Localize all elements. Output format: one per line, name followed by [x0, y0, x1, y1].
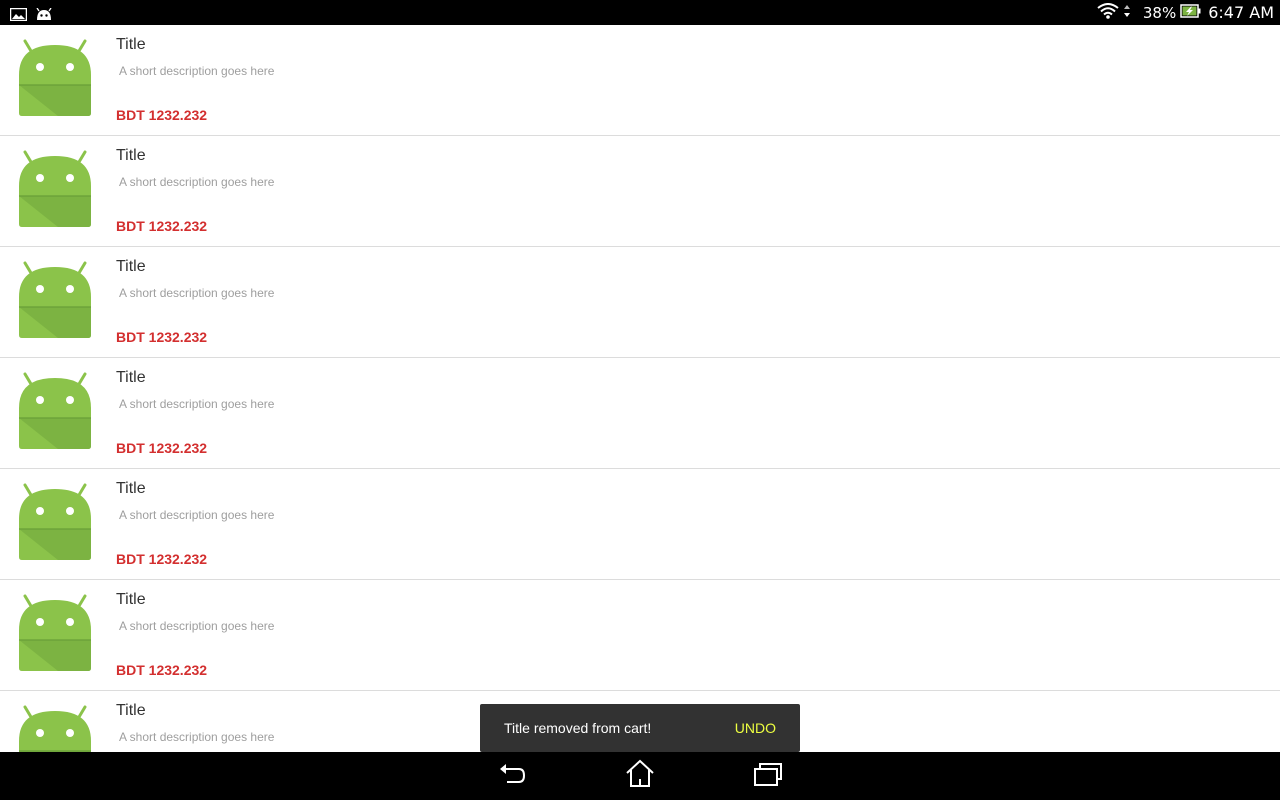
list-item[interactable]: Title A short description goes here BDT 12… — [0, 580, 1280, 691]
cart-list[interactable]: Title A short description goes here BDT 12… — [0, 25, 1280, 752]
home-button[interactable] — [622, 759, 658, 793]
snackbar-message: Title removed from cart! — [504, 720, 652, 736]
item-description: A short description goes here — [119, 730, 275, 744]
list-item[interactable]: Title A short description goes here BDT 12… — [0, 358, 1280, 469]
list-item[interactable]: Title A short description goes here BDT 12… — [0, 25, 1280, 136]
wifi-icon — [1097, 2, 1119, 23]
back-button[interactable] — [494, 760, 530, 792]
android-icon — [18, 483, 92, 563]
item-description: A short description goes here — [119, 286, 275, 300]
navigation-bar — [0, 752, 1280, 800]
item-price: BDT 1232.232 — [116, 551, 208, 567]
recents-button[interactable] — [750, 760, 786, 792]
list-item[interactable]: Title A short description goes here BDT 12… — [0, 469, 1280, 580]
item-title: Title — [116, 591, 146, 608]
battery-charging-icon — [1180, 3, 1202, 23]
item-price: BDT 1232.232 — [116, 107, 208, 123]
android-notification-icon — [35, 6, 53, 20]
item-price: BDT 1232.232 — [116, 440, 208, 456]
item-title: Title — [116, 369, 146, 386]
item-description: A short description goes here — [119, 619, 275, 633]
snackbar: Title removed from cart! UNDO — [480, 704, 800, 752]
item-price: BDT 1232.232 — [116, 662, 208, 678]
android-icon — [18, 261, 92, 341]
item-title: Title — [116, 147, 146, 164]
undo-button[interactable]: UNDO — [735, 720, 776, 736]
status-right-indicators: 38% 6:47 AM — [1097, 0, 1274, 25]
home-icon — [624, 759, 656, 793]
android-icon — [18, 39, 92, 119]
recents-icon — [752, 760, 784, 792]
android-icon — [18, 594, 92, 674]
list-item[interactable]: Title A short description goes here BDT 12… — [0, 247, 1280, 358]
item-title: Title — [116, 258, 146, 275]
battery-percent: 38% — [1142, 3, 1177, 22]
data-arrows-icon — [1123, 4, 1131, 22]
item-price: BDT 1232.232 — [116, 218, 208, 234]
gallery-icon — [9, 6, 28, 22]
item-description: A short description goes here — [119, 508, 275, 522]
android-icon — [18, 372, 92, 452]
status-bar: 38% 6:47 AM — [0, 0, 1280, 25]
item-description: A short description goes here — [119, 397, 275, 411]
status-left-icons — [9, 5, 61, 22]
back-icon — [497, 760, 527, 792]
item-description: A short description goes here — [119, 64, 275, 78]
item-price: BDT 1232.232 — [116, 329, 208, 345]
clock: 6:47 AM — [1208, 3, 1274, 22]
item-title: Title — [116, 480, 146, 497]
android-icon — [18, 150, 92, 230]
item-title: Title — [116, 36, 146, 53]
item-title: Title — [116, 702, 146, 719]
android-icon — [18, 705, 92, 752]
list-item[interactable]: Title A short description goes here BDT 12… — [0, 136, 1280, 247]
item-description: A short description goes here — [119, 175, 275, 189]
